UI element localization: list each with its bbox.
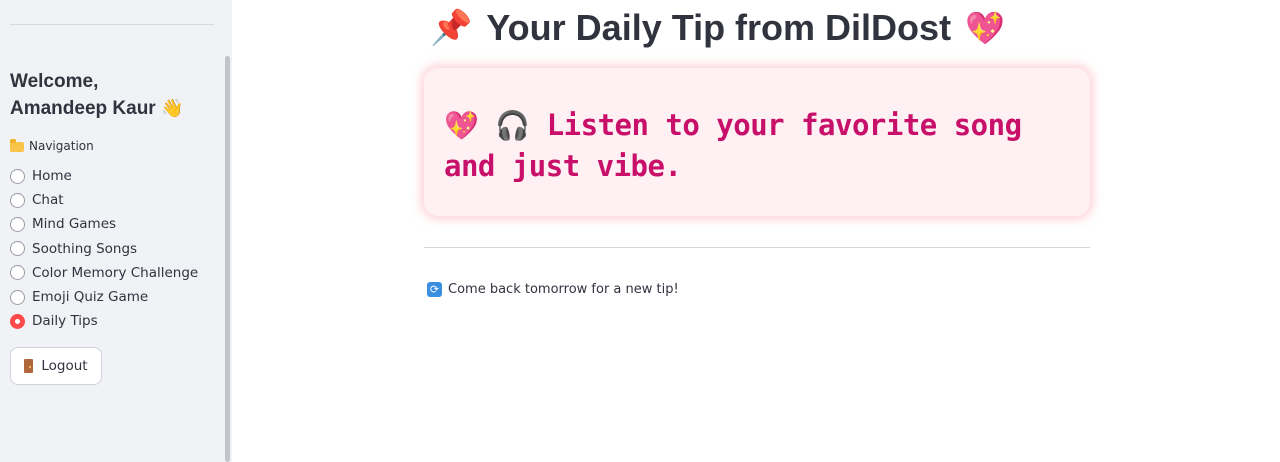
welcome-user: Amandeep Kaur 👋 [10, 95, 220, 122]
nav-item-label: Soothing Songs [32, 240, 138, 257]
radio-button[interactable] [10, 289, 25, 305]
sidebar-divider [10, 24, 214, 25]
radio-button[interactable] [10, 216, 25, 232]
radio-button[interactable] [10, 168, 25, 184]
sparkling-heart-icon: 💖 [965, 9, 1005, 47]
tip-text-block: 💖 🎧 Listen to your favorite song and jus… [444, 105, 1070, 186]
navigation-label-text: Navigation [29, 139, 94, 153]
tip-card: 💖 🎧 Listen to your favorite song and jus… [424, 68, 1090, 216]
nav-item-label: Daily Tips [32, 313, 98, 330]
nav-item-soothing-songs[interactable]: Soothing Songs [10, 237, 198, 261]
radio-button[interactable] [10, 241, 25, 257]
door-icon [24, 359, 34, 373]
welcome-heading: Welcome, Amandeep Kaur 👋 [10, 68, 220, 122]
wave-icon: 👋 [160, 98, 184, 119]
nav-item-home[interactable]: Home [10, 164, 198, 188]
sparkling-heart-icon: 💖 [444, 109, 479, 142]
radio-button-selected[interactable] [10, 313, 25, 329]
nav-item-label: Emoji Quiz Game [32, 289, 149, 306]
welcome-line: Welcome, [10, 71, 99, 92]
note-text: Come back tomorrow for a new tip! [448, 282, 679, 297]
nav-item-label: Color Memory Challenge [32, 264, 199, 281]
repeat-icon: ⟳ [427, 282, 442, 297]
nav-item-emoji-quiz-game[interactable]: Emoji Quiz Game [10, 285, 198, 309]
content-divider [424, 247, 1090, 248]
user-name: Amandeep Kaur [10, 98, 156, 119]
radio-button[interactable] [10, 192, 25, 208]
nav-item-label: Home [32, 168, 72, 185]
nav-item-label: Chat [32, 192, 64, 209]
nav-item-chat[interactable]: Chat [10, 188, 198, 212]
logout-button[interactable]: Logout [10, 347, 102, 385]
logout-label: Logout [41, 358, 88, 374]
nav-item-daily-tips[interactable]: Daily Tips [10, 309, 198, 333]
page-title-text: Your Daily Tip from DilDost [486, 7, 952, 48]
headphones-icon: 🎧 [495, 109, 530, 142]
pushpin-icon: 📌 [430, 8, 473, 48]
radio-button[interactable] [10, 265, 25, 281]
nav-item-mind-games[interactable]: Mind Games [10, 212, 198, 236]
sidebar-scrollbar[interactable] [225, 56, 230, 462]
tip-text: Listen to your favorite song and just vi… [444, 108, 1022, 183]
navigation-label: Navigation [10, 139, 94, 153]
sidebar: Welcome, Amandeep Kaur 👋 Navigation Home… [0, 0, 232, 462]
folder-icon [10, 139, 24, 152]
nav-item-label: Mind Games [32, 216, 117, 233]
page-title: 📌 Your Daily Tip from DilDost 💖 [430, 4, 1005, 52]
navigation-radio-group: Home Chat Mind Games Soothing Songs Colo… [10, 164, 198, 333]
info-note: ⟳ Come back tomorrow for a new tip! [427, 282, 679, 297]
nav-item-color-memory-challenge[interactable]: Color Memory Challenge [10, 261, 198, 285]
